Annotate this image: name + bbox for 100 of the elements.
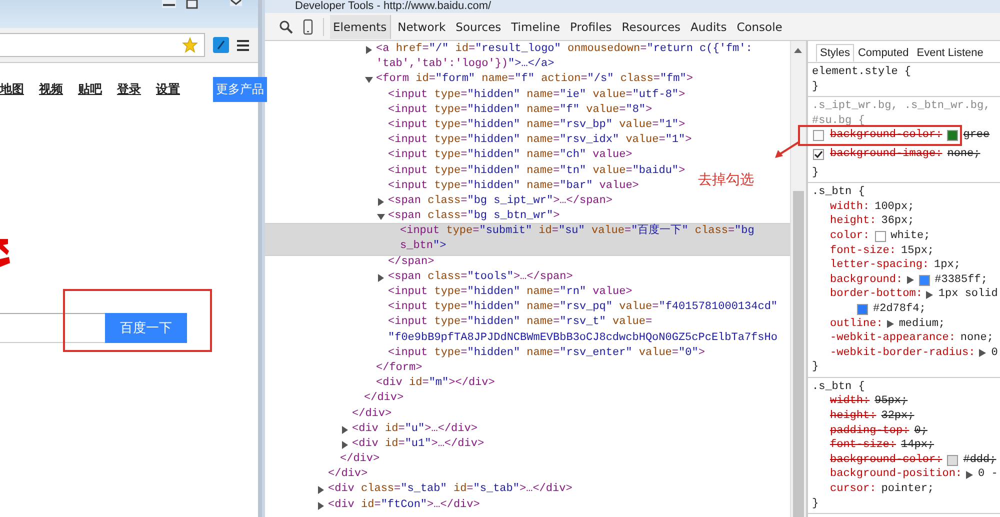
- dom-node[interactable]: <div class="s_tab" id="s_tab">…</div>: [265, 482, 572, 498]
- search-button[interactable]: 百度一下: [105, 313, 187, 343]
- dom-node[interactable]: <input type="hidden" name="bar" value>: [265, 178, 639, 194]
- property-name: padding-top:: [830, 424, 910, 438]
- dom-node[interactable]: <input type="hidden" name="rn" value>: [265, 285, 632, 300]
- color-swatch[interactable]: [947, 454, 958, 466]
- collapsed-triangle-icon[interactable]: [377, 274, 385, 282]
- css-selector: .s_btn {: [812, 380, 866, 394]
- expand-triangle-icon[interactable]: [926, 290, 934, 299]
- expanded-triangle-icon[interactable]: [365, 76, 373, 84]
- code-line: <div id="ftCon">…</div>: [328, 498, 480, 511]
- property-value: #ddd;: [962, 452, 996, 468]
- dom-node[interactable]: <span class="bg s_btn_wr">: [265, 209, 560, 224]
- code-line: <span class="bg s_btn_wr">: [388, 210, 560, 222]
- address-field[interactable]: [0, 33, 205, 57]
- panel-tab[interactable]: Timeline: [508, 14, 564, 38]
- more-products-button[interactable]: 更多产品: [213, 77, 267, 102]
- code-line: <input type="hidden" name="tn" value="baidu">: [388, 164, 686, 176]
- panel-tab[interactable]: Elements: [330, 14, 391, 38]
- nav-link[interactable]: 登录: [117, 81, 141, 98]
- collapsed-triangle-icon[interactable]: [365, 46, 373, 54]
- property-value: 0;: [913, 424, 928, 438]
- dom-node[interactable]: <input type="hidden" name="rsv_enter" value="0">: [265, 346, 705, 361]
- collapsed-triangle-icon[interactable]: [341, 440, 349, 449]
- collapsed-triangle-icon[interactable]: [341, 426, 349, 434]
- sidebar-tab[interactable]: Event Listene: [912, 44, 988, 62]
- checkbox[interactable]: [813, 148, 824, 160]
- scroll-thumb[interactable]: [793, 191, 804, 517]
- expanded-triangle-icon[interactable]: [377, 213, 385, 222]
- dom-node[interactable]: <input type="hidden" name="rsv_t" value= "f0e9bB9pfTA8JPJDdNCBWmEVBbB3oCJ8cdwcbHQoN0GZ5cPcElbTa7fsHo: [265, 315, 778, 346]
- dom-node[interactable]: <div id="u1">…</div>: [265, 436, 484, 452]
- menu-icon[interactable]: [237, 40, 249, 50]
- panel-tab[interactable]: Network: [394, 14, 449, 38]
- property-value: 0 -: [977, 467, 998, 482]
- code-line: </div>: [352, 408, 392, 420]
- scroll-up-icon[interactable]: [794, 47, 802, 53]
- color-swatch[interactable]: [874, 230, 886, 242]
- panel-tab[interactable]: Console: [734, 14, 786, 38]
- nav-link[interactable]: 贴吧: [78, 81, 102, 98]
- dom-node[interactable]: <input type="hidden" name="rsv_pq" value="f4015781000134cd": [265, 300, 778, 316]
- checkbox[interactable]: [813, 130, 824, 142]
- dom-node[interactable]: <input type="hidden" name="tn" value="baidu">: [265, 164, 686, 179]
- dom-node[interactable]: <input type="hidden" name="ch" value>: [265, 148, 632, 164]
- nav-link[interactable]: 视频: [39, 81, 63, 98]
- nav-link[interactable]: 设置: [156, 81, 180, 98]
- collapsed-triangle-icon[interactable]: [377, 198, 385, 206]
- code-line: </form>: [376, 362, 422, 374]
- dom-node[interactable]: <input type="hidden" name="f" value="8">: [265, 102, 652, 118]
- code-line: <a href="/" id="result_logo" onmousedown="return c({'fm':: [376, 43, 752, 55]
- dom-node[interactable]: <form id="form" name="f" action="/s" class="fm">: [265, 72, 693, 88]
- property-name: -webkit-border-radius:: [830, 346, 976, 360]
- code-line: <input type="hidden" name="rsv_enter" value="0">: [388, 346, 705, 359]
- star-icon[interactable]: [182, 37, 198, 53]
- dom-node[interactable]: <div id="ftCon">…</div>: [265, 498, 480, 513]
- property-name: height:: [830, 409, 876, 424]
- color-swatch[interactable]: [947, 130, 958, 142]
- code-line: <input type="hidden" name="ch" value>: [388, 149, 632, 162]
- property-value: #2d78f4;: [872, 302, 926, 316]
- sidebar-tab[interactable]: Styles: [816, 44, 854, 62]
- property-value: 32px;: [880, 409, 914, 424]
- panel-tab[interactable]: Audits: [688, 14, 730, 38]
- panel-tab[interactable]: Profiles: [567, 14, 615, 38]
- color-swatch[interactable]: [918, 274, 930, 286]
- minimize-icon[interactable]: [162, 0, 176, 8]
- maximize-icon[interactable]: [186, 0, 198, 9]
- color-swatch[interactable]: [857, 304, 868, 315]
- dom-node[interactable]: <input type="hidden" name="rsv_bp" value="1">: [265, 118, 686, 134]
- code-line: <div id="u">…</div>: [352, 422, 478, 435]
- expand-triangle-icon[interactable]: [906, 276, 914, 284]
- collapsed-triangle-icon[interactable]: [317, 502, 325, 510]
- property-name: letter-spacing:: [830, 258, 930, 273]
- sidebar-tab[interactable]: Computed: [854, 44, 913, 62]
- scrollbar[interactable]: [790, 41, 806, 517]
- extension-icon[interactable]: [213, 37, 229, 53]
- collapsed-triangle-icon[interactable]: [317, 486, 325, 494]
- property-name: outline:: [830, 316, 883, 332]
- dom-node[interactable]: <input type="hidden" name="rsv_idx" value="1">: [265, 133, 692, 148]
- dom-node[interactable]: <input type="submit" id="su" value="百度一下" class="bg s_btn">: [265, 224, 790, 255]
- panel-tab[interactable]: Sources: [452, 14, 504, 38]
- code-line: </span>: [388, 256, 434, 268]
- panel-tab[interactable]: Resources: [618, 14, 684, 38]
- code-line: </div>: [328, 468, 368, 480]
- expand-triangle-icon[interactable]: [979, 348, 986, 357]
- dom-node[interactable]: <span class="bg s_ipt_wr">…</span>: [265, 194, 612, 210]
- property-name: background-position:: [830, 467, 962, 482]
- dom-node[interactable]: <span class="tools">…</span>: [265, 270, 573, 285]
- search-icon[interactable]: [279, 20, 293, 34]
- phone-icon[interactable]: [303, 18, 313, 34]
- property-value: 36px;: [880, 214, 914, 229]
- property-value: gree: [962, 128, 990, 143]
- dom-node[interactable]: <div id="u">…</div>: [265, 422, 478, 437]
- property-name: background-color:: [830, 128, 942, 143]
- dom-node[interactable]: <div id="m"></div>: [265, 376, 495, 392]
- expand-triangle-icon[interactable]: [966, 470, 974, 479]
- dom-node[interactable]: <a href="/" id="result_logo" onmousedown="return c({'fm': 'tab','tab':'logo'})">…</a>: [265, 42, 752, 72]
- window-title: Developer Tools - http://www.baidu.com/: [265, 0, 1000, 13]
- expand-triangle-icon[interactable]: [886, 320, 894, 328]
- closing-brace: }: [812, 496, 820, 512]
- dom-node[interactable]: <input type="hidden" name="ie" value="utf-8">: [265, 88, 686, 103]
- property-value: 15px;: [900, 244, 934, 258]
